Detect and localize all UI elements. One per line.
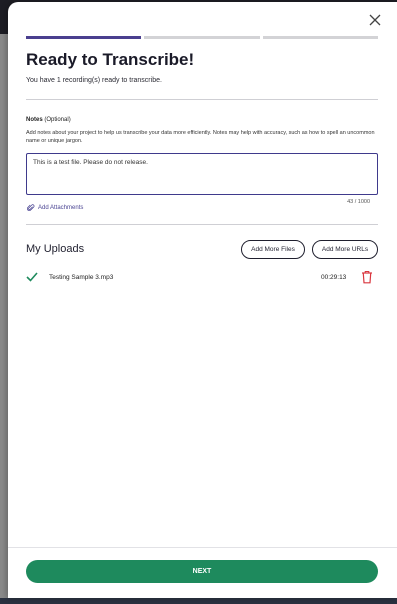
modal-subtitle: You have 1 recording(s) ready to transcr…: [26, 77, 162, 84]
divider: [26, 99, 378, 100]
modal-title: Ready to Transcribe!: [26, 50, 195, 69]
background-overlay: [0, 34, 8, 604]
check-icon: [26, 272, 38, 282]
paperclip-icon: [27, 204, 35, 211]
add-more-urls-button[interactable]: Add More URLs: [312, 240, 378, 259]
uploads-title: My Uploads: [26, 243, 85, 255]
divider: [26, 224, 378, 225]
file-name: Testing Sample 3.mp3: [49, 274, 114, 281]
step-progress: [26, 36, 378, 40]
upload-list-item: Testing Sample 3.mp3 00:29:13: [26, 270, 378, 286]
notes-label-text: Notes: [26, 117, 43, 123]
add-attachments-link[interactable]: Add Attachments: [27, 204, 83, 212]
progress-step-2: [144, 36, 260, 39]
notes-optional-text: (Optional): [44, 117, 71, 123]
notes-label: Notes (Optional): [26, 117, 71, 123]
file-duration: 00:29:13: [321, 274, 347, 281]
add-attachments-label: Add Attachments: [38, 205, 84, 211]
add-more-files-button[interactable]: Add More Files: [241, 240, 305, 259]
notes-textarea[interactable]: This is a test file. Please do not relea…: [26, 153, 378, 195]
progress-step-1: [26, 36, 142, 39]
next-button[interactable]: NEXT: [26, 560, 378, 583]
notes-char-count: 43 / 1000: [347, 199, 370, 205]
close-button[interactable]: [367, 12, 383, 28]
footer-divider: [8, 547, 397, 548]
notes-description: Add notes about your project to help us …: [26, 130, 375, 144]
transcribe-modal: Ready to Transcribe! You have 1 recordin…: [8, 2, 397, 598]
close-icon: [369, 14, 381, 26]
trash-icon[interactable]: [361, 270, 373, 284]
background-footer: [0, 598, 397, 604]
progress-step-3: [262, 36, 378, 39]
